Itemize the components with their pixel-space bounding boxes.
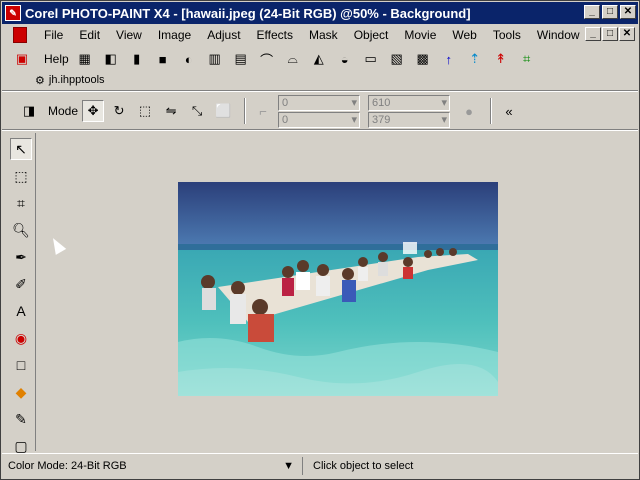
menu-adjust[interactable]: Adjust xyxy=(199,28,248,42)
sharpen-icon[interactable]: ⇡ xyxy=(465,49,485,69)
workspace-icon: ⚙ xyxy=(35,74,45,87)
arrow-up-icon[interactable]: ↑ xyxy=(439,49,459,69)
shape-tool-icon[interactable]: □ xyxy=(10,354,32,376)
menu-window[interactable]: Window xyxy=(529,28,588,42)
pick-tool-icon[interactable]: ↖ xyxy=(10,138,32,160)
maximize-button[interactable]: □ xyxy=(602,5,618,19)
minimize-button[interactable]: _ xyxy=(584,5,600,19)
apply-icon: ● xyxy=(465,103,473,119)
toolbox: ↖ ⬚ ⌗ 🔍︎ ✒ ✐ A ◉ □ ◆ ✎ ▢ xyxy=(2,133,36,454)
hint-status: Click object to select xyxy=(302,456,413,475)
menu-web[interactable]: Web xyxy=(444,28,484,42)
doc-close-button[interactable]: ✕ xyxy=(619,27,635,41)
menu-movie[interactable]: Movie xyxy=(396,28,444,42)
skew-mode-icon[interactable]: ⇋ xyxy=(160,100,182,122)
rectangle-mask-icon[interactable]: ⬚ xyxy=(10,165,32,187)
brush-tool-icon[interactable]: ✎ xyxy=(10,408,32,430)
close-button[interactable]: ✕ xyxy=(620,5,636,19)
menu-bar: File Edit View Image Adjust Effects Mask… xyxy=(2,25,638,45)
app-window: ✎ Corel PHOTO-PAINT X4 - [hawaii.jpeg (2… xyxy=(0,0,640,480)
zoom-tool-icon[interactable]: 🔍︎ xyxy=(10,219,32,241)
menu-image[interactable]: Image xyxy=(150,28,199,42)
levels-icon[interactable]: ◭ xyxy=(309,49,329,69)
color-channels-icon[interactable]: ▥ xyxy=(205,49,225,69)
menu-file[interactable]: File xyxy=(36,28,71,42)
x-position-field[interactable]: 0 ▾ xyxy=(278,94,361,111)
image-info-icon[interactable]: ▦ xyxy=(75,49,95,69)
rotate-mode-icon[interactable]: ↻ xyxy=(108,100,130,122)
width-field[interactable]: 610 ▾ xyxy=(368,94,451,111)
brightness-icon[interactable]: ⌓ xyxy=(283,49,303,69)
position-icon: ⌐ xyxy=(259,103,267,119)
scale-mode-icon[interactable]: ⬚ xyxy=(134,100,156,122)
book-icon[interactable]: ▭ xyxy=(361,49,381,69)
move-mode-icon[interactable]: ✥ xyxy=(82,100,105,122)
effect-icon[interactable]: ◐ xyxy=(179,49,199,69)
layers-icon[interactable]: ▧ xyxy=(387,49,407,69)
doc-restore-button[interactable]: □ xyxy=(602,27,618,41)
workspace-row: ⚙ jh.ihpptools xyxy=(35,71,105,89)
grayscale-icon[interactable]: ◧ xyxy=(101,49,121,69)
gradient-icon[interactable]: ▮ xyxy=(127,49,147,69)
filter-icon[interactable]: ▩ xyxy=(413,49,433,69)
menu-object[interactable]: Object xyxy=(346,28,397,42)
menu-effects[interactable]: Effects xyxy=(249,28,301,42)
photo-hawaii[interactable] xyxy=(178,182,498,396)
y-position-field[interactable]: 0 ▾ xyxy=(278,111,361,128)
property-bar: ◨ Mode ✥ ↻ ⬚ ⇋ ⤡ ⬜ ⌐ 0 ▾ 0 ▾ 610 ▾ 379 ▾ ● « xyxy=(2,93,638,129)
dropdown-arrow-icon[interactable]: ▼ xyxy=(283,460,294,472)
eraser-icon[interactable]: ✐ xyxy=(10,273,32,295)
help-button[interactable]: Help xyxy=(44,52,69,66)
text-tool-icon[interactable]: A xyxy=(10,300,32,322)
divider xyxy=(2,90,638,92)
menu-tools[interactable]: Tools xyxy=(485,28,529,42)
separator xyxy=(244,98,247,124)
color-mode-status[interactable]: Color Mode: 24-Bit RGB ▼ xyxy=(2,460,302,472)
app-icon: ✎ xyxy=(5,5,21,21)
object-docker-icon[interactable]: ◨ xyxy=(18,100,40,122)
perspective-mode-icon[interactable]: ⬜ xyxy=(212,100,234,122)
height-field[interactable]: 379 ▾ xyxy=(368,111,451,128)
color-mode-label: Color Mode: 24-Bit RGB xyxy=(8,459,127,472)
main-toolbar: ▣ Help ▦ ◧ ▮ ■ ◐ ▥ ▤ ⌒ ⌓ ◭ ◒ ▭ ▧ ▩ ↑ ⇡ ↟… xyxy=(2,47,638,71)
separator xyxy=(490,98,493,124)
pin-icon[interactable]: ↟ xyxy=(491,49,511,69)
bw-icon[interactable]: ■ xyxy=(153,49,173,69)
red-eye-icon[interactable]: ◉ xyxy=(10,327,32,349)
status-bar: Color Mode: 24-Bit RGB ▼ Click object to… xyxy=(2,453,638,477)
menu-edit[interactable]: Edit xyxy=(71,28,108,42)
expand-icon[interactable]: « xyxy=(498,100,520,122)
window-title: Corel PHOTO-PAINT X4 - [hawaii.jpeg (24-… xyxy=(25,5,471,21)
color-grid-icon[interactable]: ▤ xyxy=(231,49,251,69)
divider xyxy=(2,129,638,131)
menu-view[interactable]: View xyxy=(108,28,150,42)
eyedropper-icon[interactable]: ✒ xyxy=(10,246,32,268)
doc-minimize-button[interactable]: _ xyxy=(585,27,601,41)
mode-label: Mode xyxy=(48,104,79,118)
title-bar: ✎ Corel PHOTO-PAINT X4 - [hawaii.jpeg (2… xyxy=(2,2,638,24)
workspace-label: jh.ihpptools xyxy=(48,74,105,86)
distort-mode-icon[interactable]: ⤡ xyxy=(186,100,208,122)
crop-tool-icon[interactable]: ⌗ xyxy=(10,192,32,214)
menu-mask[interactable]: Mask xyxy=(301,28,346,42)
tone-curve-icon[interactable]: ⌒ xyxy=(257,49,277,69)
fill-tool-icon[interactable]: ◆ xyxy=(10,381,32,403)
mdi-controls: _ □ ✕ xyxy=(585,27,635,41)
hue-icon[interactable]: ◒ xyxy=(335,49,355,69)
crop-icon[interactable]: ⌗ xyxy=(517,49,537,69)
app-menu-icon[interactable]: ▣ xyxy=(12,49,32,69)
